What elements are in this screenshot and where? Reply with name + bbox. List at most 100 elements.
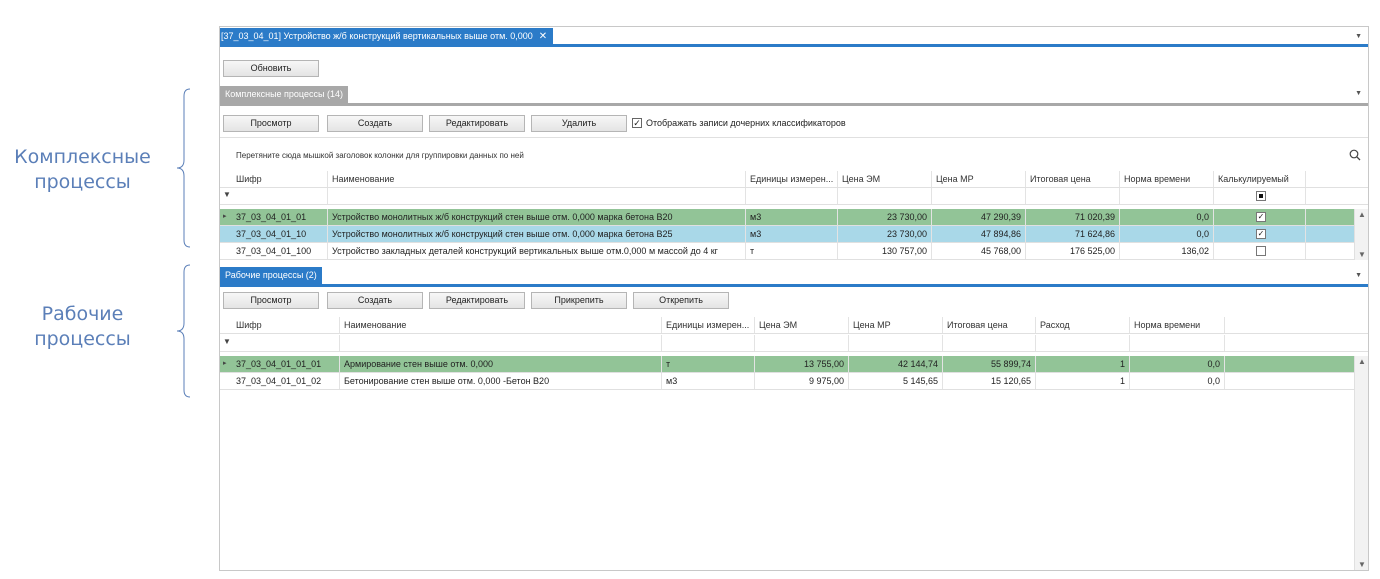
filter-cell[interactable] <box>232 335 340 351</box>
complex-grid-header: Шифр Наименование Единицы измерен... Цен… <box>220 171 1368 188</box>
cell-total-price: 71 624,86 <box>1026 226 1120 242</box>
table-row[interactable]: 37_03_04_01_100 Устройство закладных дет… <box>220 243 1368 260</box>
refresh-button[interactable]: Обновить <box>223 60 319 77</box>
column-header-total-price[interactable]: Итоговая цена <box>943 317 1036 333</box>
filter-cell[interactable] <box>1130 335 1225 351</box>
column-header-em-price[interactable]: Цена ЭМ <box>838 171 932 187</box>
calculated-checkbox[interactable]: ✓ <box>1256 212 1266 222</box>
scroll-down-icon[interactable]: ▼ <box>1355 560 1368 569</box>
column-header-calculated[interactable]: Калькулируемый <box>1214 171 1306 187</box>
column-header-time-norm[interactable]: Норма времени <box>1120 171 1214 187</box>
row-indicator-icon: ▸ <box>223 213 227 220</box>
cell-name: Устройство закладных деталей конструкций… <box>328 243 746 259</box>
filter-cell[interactable] <box>662 335 755 351</box>
view-button[interactable]: Просмотр <box>223 292 319 309</box>
cell-time-norm: 136,02 <box>1120 243 1214 259</box>
header-row: Шифр Наименование Единицы измерен... Цен… <box>220 317 1368 334</box>
column-header-usage[interactable]: Расход <box>1036 317 1130 333</box>
annotation-line: Комплексные <box>14 146 151 168</box>
filter-cell[interactable] <box>849 335 943 351</box>
cell-usage: 1 <box>1036 373 1130 389</box>
calculated-checkbox[interactable] <box>1256 246 1266 256</box>
complex-grid-scrollbar[interactable]: ▲ ▼ <box>1354 209 1368 260</box>
work-grid-scrollbar[interactable]: ▲ ▼ <box>1354 356 1368 570</box>
search-icon[interactable] <box>1349 149 1361 161</box>
filter-cell[interactable] <box>943 335 1036 351</box>
cell-em-price: 13 755,00 <box>755 356 849 372</box>
filter-cell[interactable] <box>1026 188 1120 204</box>
tab-complex-processes[interactable]: Комплексные процессы (14) <box>220 86 348 103</box>
cell-mr-price: 42 144,74 <box>849 356 943 372</box>
filter-cell[interactable] <box>838 188 932 204</box>
table-row[interactable]: 37_03_04_01_10 Устройство монолитных ж/б… <box>220 226 1368 243</box>
divider <box>220 137 1368 138</box>
show-child-records-label: Отображать записи дочерних классификатор… <box>646 118 846 128</box>
work-processes-annotation: Рабочие процессы <box>0 302 165 352</box>
work-tab-underline <box>220 284 1368 287</box>
filter-cell[interactable] <box>746 188 838 204</box>
chevron-down-icon[interactable]: ▼ <box>1355 33 1362 40</box>
chevron-down-icon[interactable]: ▼ <box>1355 90 1362 97</box>
cell-total-price: 55 899,74 <box>943 356 1036 372</box>
table-row[interactable]: ▸ 37_03_04_01_01_01 Армирование стен выш… <box>220 356 1368 373</box>
cell-name: Бетонирование стен выше отм. 0,000 -Бето… <box>340 373 662 389</box>
calculated-filter-checkbox[interactable] <box>1256 191 1266 201</box>
table-row[interactable]: 37_03_04_01_01_02 Бетонирование стен выш… <box>220 373 1368 390</box>
tab-work-processes[interactable]: Рабочие процессы (2) <box>220 267 322 284</box>
cell-total-price: 71 020,39 <box>1026 209 1120 225</box>
edit-button[interactable]: Редактировать <box>429 292 525 309</box>
filter-cell[interactable] <box>232 188 328 204</box>
chevron-down-icon[interactable]: ▼ <box>1355 272 1362 279</box>
create-button[interactable]: Создать <box>327 292 423 309</box>
cell-mr-price: 47 290,39 <box>932 209 1026 225</box>
column-header-code[interactable]: Шифр <box>232 317 340 333</box>
column-header-mr-price[interactable]: Цена МР <box>849 317 943 333</box>
scroll-up-icon[interactable]: ▲ <box>1355 357 1368 366</box>
filter-row[interactable]: ▼ <box>220 188 1368 205</box>
filter-icon[interactable]: ▼ <box>223 190 231 199</box>
filter-cell[interactable] <box>340 335 662 351</box>
header-row: Шифр Наименование Единицы измерен... Цен… <box>220 171 1368 188</box>
show-child-records-checkbox[interactable]: ✓ <box>632 118 642 128</box>
detach-button[interactable]: Открепить <box>633 292 729 309</box>
create-button[interactable]: Создать <box>327 115 423 132</box>
cell-em-price: 130 757,00 <box>838 243 932 259</box>
delete-button[interactable]: Удалить <box>531 115 627 132</box>
column-header-name[interactable]: Наименование <box>340 317 662 333</box>
cell-code: 37_03_04_01_100 <box>232 243 328 259</box>
document-tab[interactable]: [37_03_04_01] Устройство ж/б конструкций… <box>220 28 554 45</box>
table-row[interactable]: ▸ 37_03_04_01_01 Устройство монолитных ж… <box>220 209 1368 226</box>
document-tab-title: [37_03_04_01] Устройство ж/б конструкций… <box>221 31 533 41</box>
scroll-down-icon[interactable]: ▼ <box>1355 250 1368 259</box>
row-indicator-icon: ▸ <box>223 360 227 367</box>
column-header-mr-price[interactable]: Цена МР <box>932 171 1026 187</box>
column-header-unit[interactable]: Единицы измерен... <box>746 171 838 187</box>
column-header-name[interactable]: Наименование <box>328 171 746 187</box>
cell-time-norm: 0,0 <box>1130 356 1225 372</box>
column-header-total-price[interactable]: Итоговая цена <box>1026 171 1120 187</box>
filter-icon[interactable]: ▼ <box>223 337 231 346</box>
filter-cell[interactable] <box>328 188 746 204</box>
column-header-unit[interactable]: Единицы измерен... <box>662 317 755 333</box>
column-header-time-norm[interactable]: Норма времени <box>1130 317 1225 333</box>
edit-button[interactable]: Редактировать <box>429 115 525 132</box>
cell-code: 37_03_04_01_01_01 <box>232 356 340 372</box>
column-header-em-price[interactable]: Цена ЭМ <box>755 317 849 333</box>
cell-name: Армирование стен выше отм. 0,000 <box>340 356 662 372</box>
brace-work <box>176 264 191 398</box>
scroll-up-icon[interactable]: ▲ <box>1355 210 1368 219</box>
calculated-checkbox[interactable]: ✓ <box>1256 229 1266 239</box>
filter-cell[interactable] <box>1120 188 1214 204</box>
view-button[interactable]: Просмотр <box>223 115 319 132</box>
group-by-hint: Перетяните сюда мышкой заголовок колонки… <box>236 151 524 160</box>
close-icon[interactable]: ✕ <box>539 28 547 45</box>
filter-row[interactable]: ▼ <box>220 335 1368 352</box>
column-header-code[interactable]: Шифр <box>232 171 328 187</box>
cell-em-price: 23 730,00 <box>838 209 932 225</box>
cell-unit: м3 <box>662 373 755 389</box>
filter-cell[interactable] <box>932 188 1026 204</box>
cell-total-price: 15 120,65 <box>943 373 1036 389</box>
attach-button[interactable]: Прикрепить <box>531 292 627 309</box>
filter-cell[interactable] <box>755 335 849 351</box>
filter-cell[interactable] <box>1036 335 1130 351</box>
